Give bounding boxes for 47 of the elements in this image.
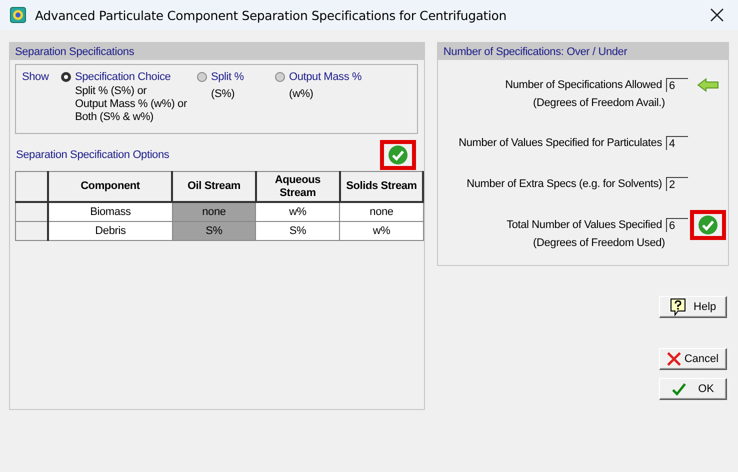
radio-button[interactable] — [61, 72, 71, 82]
option-label[interactable]: Split % — [211, 71, 244, 83]
table-cell[interactable]: Biomass — [48, 202, 172, 222]
app-icon — [10, 7, 26, 23]
column-header: Aqueous Stream — [256, 172, 340, 202]
option-description: Split % (S%) or Output Mass % (w%) or Both (S% & w%) — [75, 85, 188, 124]
table-cell[interactable]: w% — [340, 222, 424, 240]
close-icon[interactable] — [710, 8, 724, 22]
panel-title: Number of Specifications: Over / Under — [443, 46, 628, 58]
option-description: (w%) — [289, 88, 314, 101]
option-label[interactable]: Output Mass % — [289, 71, 362, 83]
field-label: Number of Values Specified for Particulates — [458, 137, 662, 149]
help-icon — [670, 298, 686, 316]
value-field: 6 — [666, 78, 688, 92]
dialog-button[interactable]: Cancel — [659, 348, 727, 370]
field-note: (Degrees of Freedom Used) — [533, 237, 665, 249]
table-cell[interactable]: w% — [256, 202, 340, 222]
window-title: Advanced Particulate Component Separation Specifications for Centrifugation — [35, 8, 508, 22]
column-header: Component — [48, 172, 172, 202]
checkmark-icon — [672, 382, 686, 396]
field-note: (Degrees of Freedom Avail.) — [533, 97, 665, 109]
table-cell[interactable]: none — [340, 202, 424, 222]
row-header[interactable] — [16, 202, 48, 222]
show-label: Show — [22, 71, 50, 85]
field-label: Number of Specifications Allowed — [505, 79, 662, 91]
column-header: Solids Stream — [340, 172, 424, 202]
cross-icon — [667, 352, 682, 366]
option-label[interactable]: Specification Choice — [75, 71, 171, 83]
radio-button[interactable] — [197, 72, 207, 82]
row-header[interactable] — [16, 222, 48, 240]
dialog-button[interactable]: OK — [659, 378, 727, 400]
value-field: 2 — [666, 177, 688, 191]
value-field: 4 — [666, 136, 688, 150]
check-icon — [698, 215, 718, 235]
radio-button[interactable] — [275, 72, 285, 82]
field-label: Number of Extra Specs (e.g. for Solvents) — [466, 178, 662, 190]
panel-title: Separation Specifications — [15, 46, 134, 58]
check-icon — [388, 145, 408, 165]
option-description: (S%) — [211, 88, 236, 101]
table-cell[interactable]: Debris — [48, 222, 172, 240]
field-label: Total Number of Values Specified — [506, 219, 662, 231]
column-header: Oil Stream — [172, 172, 256, 202]
table-cell[interactable]: S% — [256, 222, 340, 240]
arrow-icon — [697, 78, 719, 92]
value-field: 6 — [666, 218, 688, 232]
dialog-button[interactable]: Help — [659, 296, 727, 318]
section-title: Separation Specification Options — [16, 149, 170, 161]
